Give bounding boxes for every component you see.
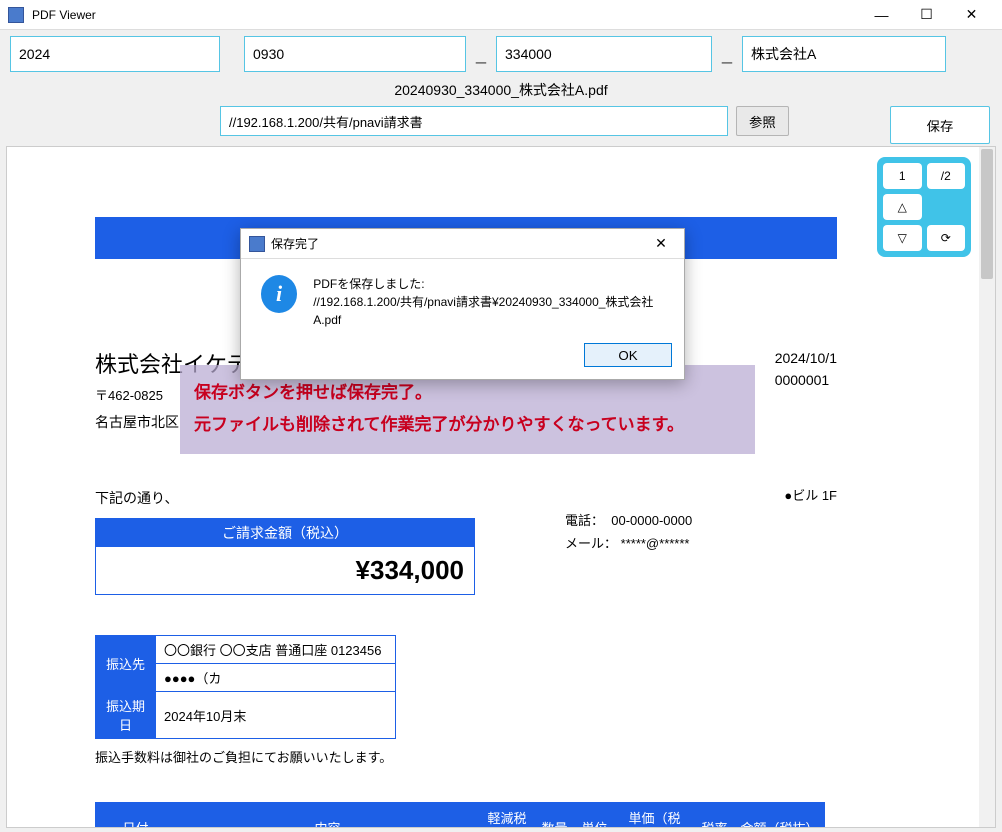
save-complete-dialog: 保存完了 ✕ i PDFを保存しました: //192.168.1.200/共有/… [240, 228, 685, 380]
th-tax: 軽減税率 [480, 803, 535, 829]
bank-dest-line2: ●●●●（カ [156, 664, 396, 692]
bank-fee-note: 振込手数料は御社のご負担にてお願いいたします。 [95, 747, 837, 766]
invoice-amount-box: ご請求金額（税込） ¥334,000 [95, 518, 475, 595]
invoice-amount-header: ご請求金額（税込） [96, 519, 474, 547]
app-icon [8, 7, 24, 23]
th-desc: 内容 [176, 803, 480, 829]
invoice-meta: 2024/10/1 0000001 [775, 347, 837, 392]
th-amount: 金額（税抜） [735, 803, 825, 829]
bank-due-label: 振込期日 [96, 692, 156, 739]
invoice-amount-value: ¥334,000 [96, 547, 474, 594]
dialog-message: PDFを保存しました: //192.168.1.200/共有/pnavi請求書¥… [313, 275, 664, 329]
dialog-message-line1: PDFを保存しました: [313, 275, 664, 293]
tel-value: 00-0000-0000 [611, 513, 692, 528]
year-input[interactable] [10, 36, 220, 72]
mail-value: *****@****** [621, 536, 690, 551]
path-row: 参照 [0, 106, 1002, 146]
company-input[interactable] [742, 36, 946, 72]
separator-2: _ [718, 44, 736, 65]
info-icon: i [261, 275, 297, 313]
detail-table: 日付 内容 軽減税率 数量 単位 単価（税抜） 税率 金額（税抜） 2024/9… [95, 802, 825, 828]
annotation-line2: 元ファイルも削除されて作業完了が分かりやすくなっています。 [194, 409, 741, 441]
building-line: ●ビル 1F [784, 485, 837, 504]
detail-header-row: 日付 内容 軽減税率 数量 単位 単価（税抜） 税率 金額（税抜） [96, 803, 825, 829]
th-qty: 数量 [535, 803, 575, 829]
invoice-number: 0000001 [775, 369, 837, 391]
vertical-scrollbar[interactable] [979, 147, 995, 827]
th-date: 日付 [96, 803, 176, 829]
maximize-button[interactable]: ☐ [904, 0, 949, 30]
save-path-input[interactable] [220, 106, 728, 136]
bank-dest-line1: 〇〇銀行 〇〇支店 普通口座 0123456 [156, 636, 396, 664]
invoice-note: 下記の通り、 [95, 488, 837, 508]
scrollbar-thumb[interactable] [981, 149, 993, 279]
mail-label: メール： [565, 536, 617, 551]
page-navigator: 1 /2 △ ▽ ⟳ [877, 157, 971, 257]
annotation-line1: 保存ボタンを押せば保存完了。 [194, 377, 741, 409]
window-controls: — ☐ ✕ [859, 0, 994, 30]
dialog-close-button[interactable]: ✕ [646, 235, 676, 252]
dialog-title: 保存完了 [271, 235, 646, 252]
dialog-app-icon [249, 236, 265, 252]
page-total: /2 [927, 163, 966, 189]
bank-table: 振込先 〇〇銀行 〇〇支店 普通口座 0123456 ●●●●（カ 振込期日 2… [95, 635, 396, 739]
window-title: PDF Viewer [32, 8, 859, 22]
top-input-row: _ _ [0, 30, 1002, 78]
refresh-button[interactable]: ⟳ [927, 225, 966, 251]
amount-input[interactable] [496, 36, 712, 72]
date-input[interactable] [244, 36, 466, 72]
tel-label: 電話： [565, 513, 604, 528]
minimize-button[interactable]: — [859, 0, 904, 30]
dialog-ok-button[interactable]: OK [584, 343, 672, 367]
bank-dest-label: 振込先 [96, 636, 156, 692]
separator-1: _ [472, 44, 490, 65]
titlebar: PDF Viewer — ☐ ✕ [0, 0, 1002, 30]
dialog-titlebar: 保存完了 ✕ [241, 229, 684, 259]
dialog-message-line2: //192.168.1.200/共有/pnavi請求書¥20240930_334… [313, 293, 664, 329]
browse-button[interactable]: 参照 [736, 106, 789, 136]
bank-due-value: 2024年10月末 [156, 692, 396, 739]
page-down-button[interactable]: ▽ [883, 225, 922, 251]
th-unit: 単位 [575, 803, 615, 829]
contact-block: 電話： 00-0000-0000 メール： *****@****** [565, 509, 692, 556]
close-button[interactable]: ✕ [949, 0, 994, 30]
page-up-button[interactable]: △ [883, 194, 922, 220]
th-rate: 税率 [695, 803, 735, 829]
page-current[interactable]: 1 [883, 163, 922, 189]
th-uprice: 単価（税抜） [615, 803, 695, 829]
generated-filename: 20240930_334000_株式会社A.pdf [0, 78, 1002, 106]
save-button[interactable]: 保存 [890, 106, 990, 144]
invoice-date: 2024/10/1 [775, 347, 837, 369]
